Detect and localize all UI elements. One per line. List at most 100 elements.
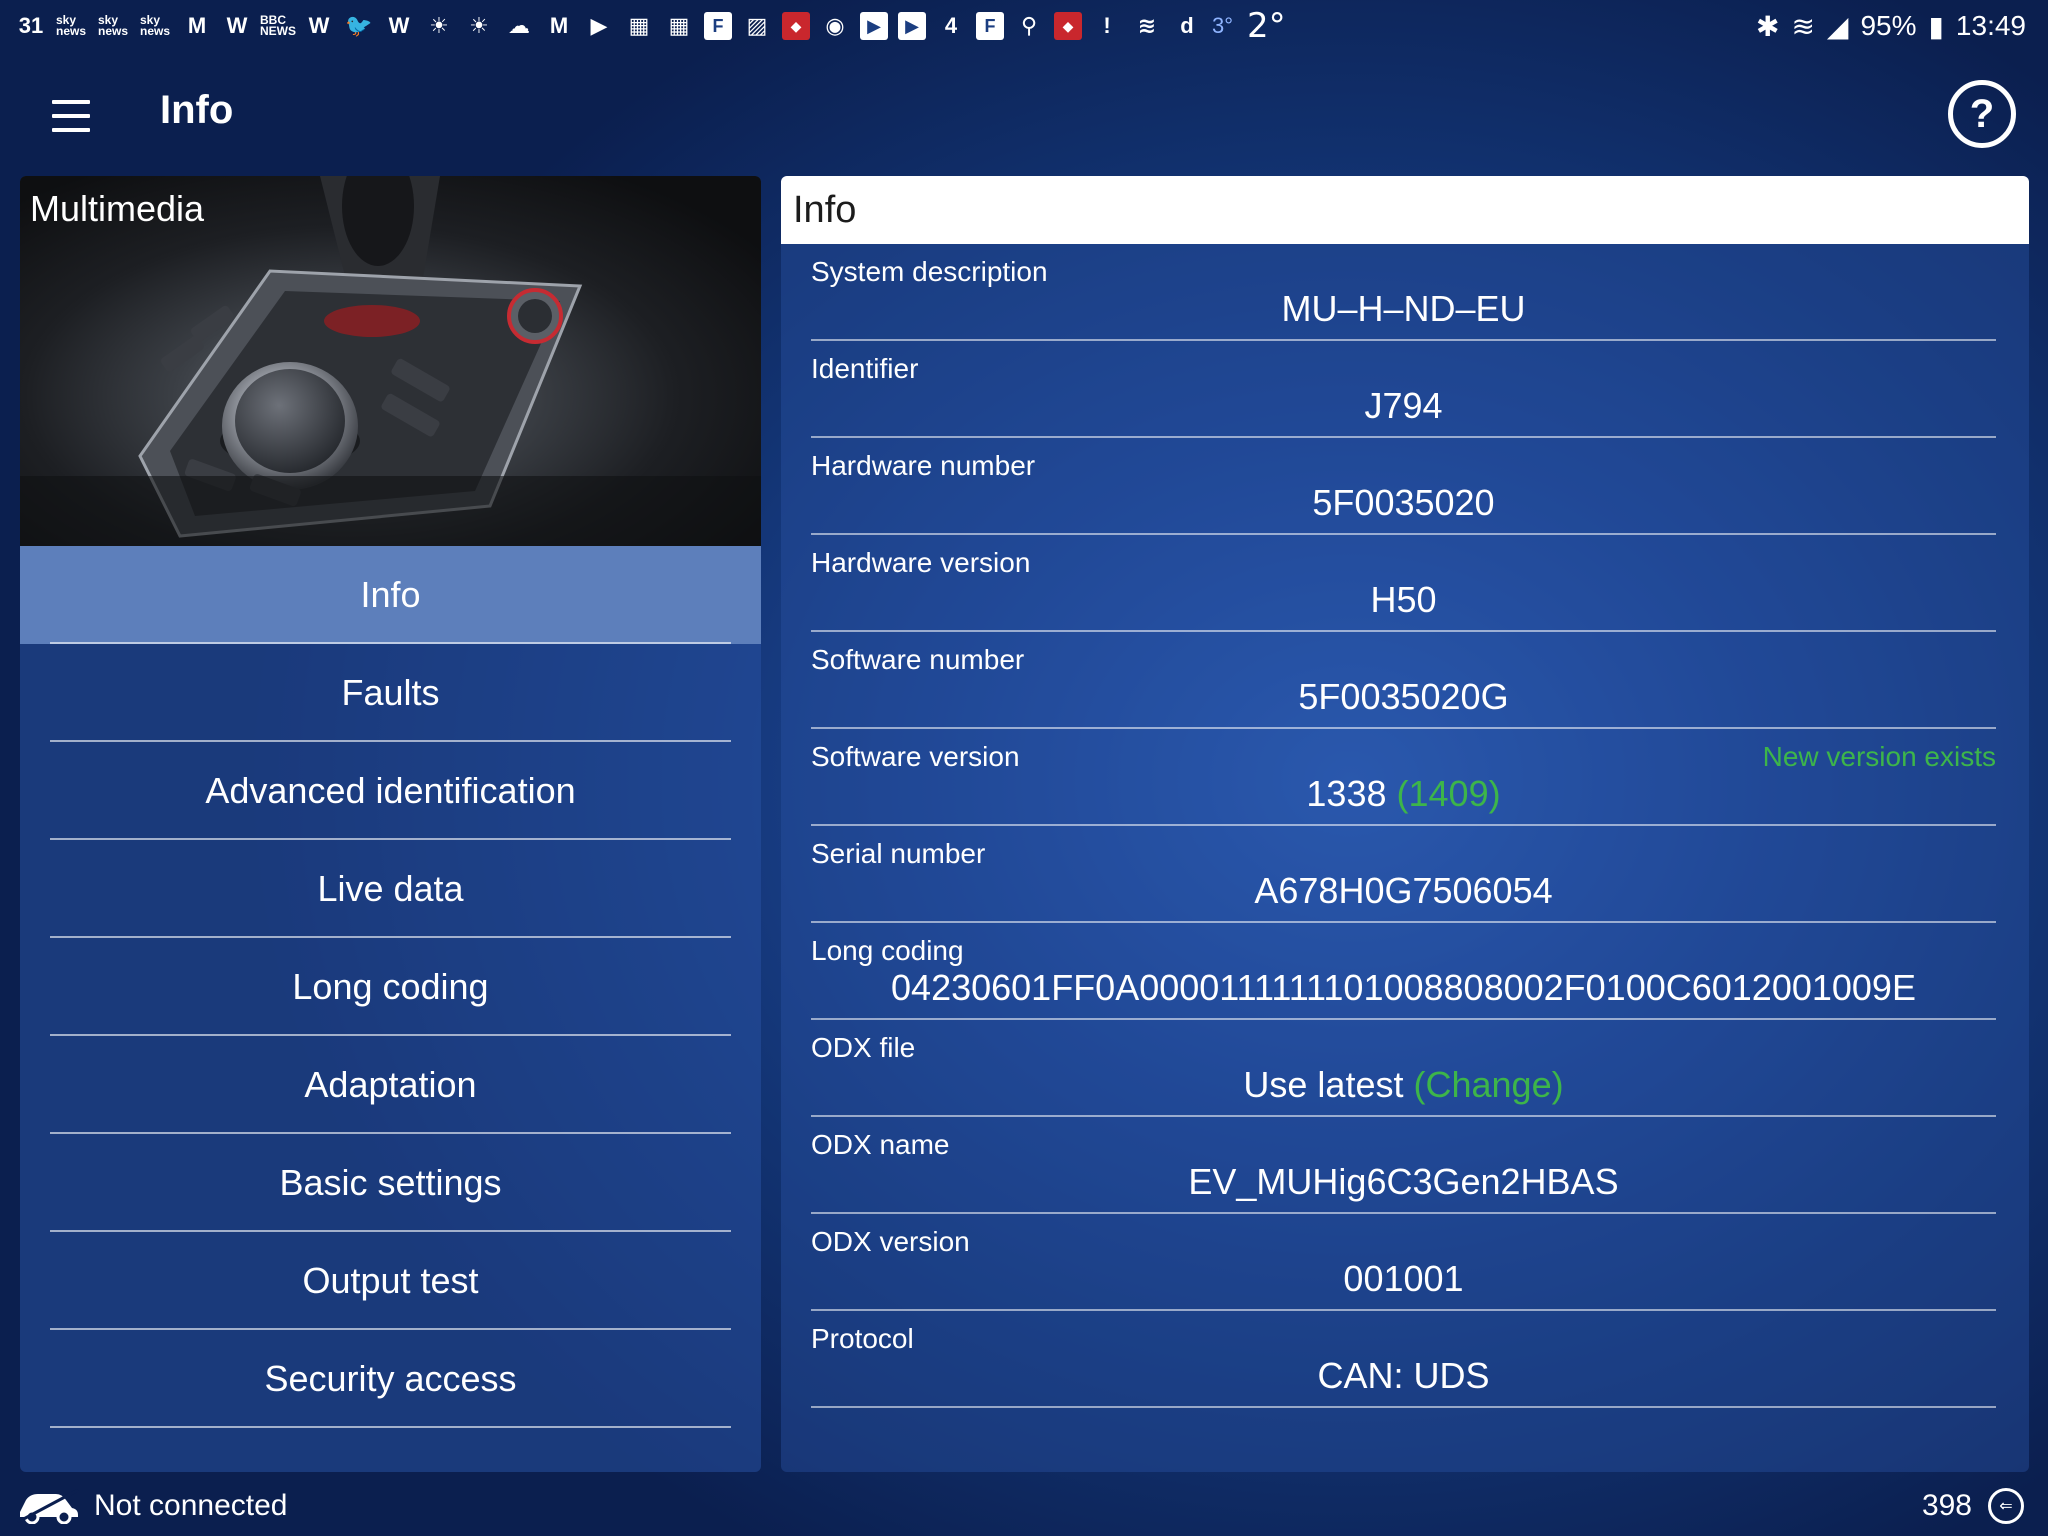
mmi-controller-illustration <box>20 176 761 546</box>
nav-item-label: Output test <box>302 1260 479 1301</box>
field-value-row: J794 <box>811 385 1996 427</box>
field-label: ODX version <box>811 1226 970 1257</box>
layers-icon: ≋ <box>1137 13 1157 38</box>
flipboard-icon: F <box>704 12 732 40</box>
nav-item-label: Security access <box>264 1358 517 1399</box>
field-label: ODX name <box>811 1129 950 1160</box>
field-label: System description <box>811 256 1048 287</box>
field-value-row: H50 <box>811 579 1996 621</box>
field-value-row: Use latest (Change) <box>811 1064 1996 1106</box>
info-panel-header: Info <box>781 176 2029 244</box>
field-software-version: Software version New version exists 1338 (… <box>811 729 1996 826</box>
nav-item-basic-settings[interactable]: Basic settings <box>20 1134 761 1232</box>
location-icon: ⚲ <box>1020 13 1038 38</box>
nav-item-label: Faults <box>341 672 440 713</box>
nav-item-advanced-identification[interactable]: Advanced identification <box>20 742 761 840</box>
field-value-row: EV_MUHig6C3Gen2HBAS <box>811 1161 1996 1203</box>
nav-item-live-data[interactable]: Live data <box>20 840 761 938</box>
field-value-row: A678H0G7506054 <box>811 870 1996 912</box>
nav-item-security-access[interactable]: Security access <box>20 1330 761 1428</box>
youtube-icon: ▶ <box>860 12 888 40</box>
field-value: 001001 <box>1343 1258 1464 1299</box>
play-store-icon: ▶ <box>590 13 608 38</box>
message-alert-icon: ! <box>1103 13 1111 38</box>
nav-item-label: Basic settings <box>279 1162 502 1203</box>
field-value: A678H0G7506054 <box>1254 870 1553 911</box>
field-label: Serial number <box>811 838 986 869</box>
clock: 13:49 <box>1955 10 2026 41</box>
temperature: 2° <box>1247 6 1286 46</box>
bottom-status-bar: Not connected 398 ⇐ <box>0 1480 2048 1536</box>
nav-item-output-test[interactable]: Output test <box>20 1232 761 1330</box>
gmail-icon: M <box>187 13 207 38</box>
app-red-icon: ◆ <box>782 12 810 40</box>
small-temperature: 3° <box>1212 13 1234 38</box>
twitter-icon: 🐦 <box>345 13 373 38</box>
connection-status[interactable]: Not connected <box>16 1488 287 1524</box>
channel4-icon: 4 <box>944 13 958 38</box>
module-menu-panel: Multimedia Info Faults Advanced identifica… <box>20 176 761 1472</box>
field-protocol: Protocol CAN: UDS <box>811 1311 1996 1408</box>
photos-icon: ▨ <box>746 13 768 38</box>
battery-icon: ▮ <box>1928 10 1944 42</box>
field-value-row: MU–H–ND–EU <box>811 288 1996 330</box>
sky-news-icon: sky news <box>98 13 129 38</box>
system-status: ✱ ≋ ◢ 95% ▮ 13:49 <box>1756 6 2026 46</box>
signal-icon: ◢ <box>1826 10 1849 42</box>
field-value-row: 1338 (1409) <box>811 773 1996 815</box>
nav-item-label: Live data <box>317 868 464 909</box>
battery-level: 95% <box>1860 10 1917 41</box>
w-icon: W <box>308 13 330 38</box>
nav-item-label: Advanced identification <box>205 770 576 811</box>
field-serial-number: Serial number A678H0G7506054 <box>811 826 1996 923</box>
sky-news-icon: sky news <box>56 13 87 38</box>
field-value-row: 5F0035020 <box>811 482 1996 524</box>
field-value-row: 04230601FF0A0000111111101008808002F0100C… <box>811 967 1996 1009</box>
field-long-coding: Long coding 04230601FF0A00001111111010088… <box>811 923 1996 1020</box>
calendar-icon: 31 <box>18 13 44 38</box>
nav-item-info[interactable]: Info <box>20 546 761 644</box>
field-label: Software version <box>811 741 1020 772</box>
field-value: 5F0035020G <box>1298 676 1509 717</box>
car-icon <box>17 1488 79 1524</box>
counter: 398 ⇐ <box>1922 1488 2024 1524</box>
app-red-icon: ◆ <box>1054 12 1082 40</box>
field-hardware-number: Hardware number 5F0035020 <box>811 438 1996 535</box>
field-system-description: System description MU–H–ND–EU <box>811 244 1996 341</box>
field-label: Hardware number <box>811 450 1036 481</box>
new-version-note: New version exists <box>1762 741 1996 772</box>
field-value: J794 <box>1364 385 1443 426</box>
compass-icon: ◉ <box>825 13 845 38</box>
nav-item-label: Info <box>360 574 421 615</box>
calendar-icon: ▦ <box>628 13 650 38</box>
flipboard-icon: F <box>976 12 1004 40</box>
wifi-icon: ≋ <box>1791 10 1815 42</box>
nav-item-adaptation[interactable]: Adaptation <box>20 1036 761 1134</box>
field-odx-name: ODX name EV_MUHig6C3Gen2HBAS <box>811 1117 1996 1214</box>
field-label: Hardware version <box>811 547 1031 578</box>
calendar-icon: ▦ <box>668 13 690 38</box>
youtube-icon: ▶ <box>898 12 926 40</box>
field-value: 5F0035020 <box>1312 482 1495 523</box>
module-function-list: Info Faults Advanced identification Live da… <box>20 546 761 1428</box>
change-odx-link[interactable]: (Change) <box>1414 1064 1564 1105</box>
field-value: EV_MUHig6C3Gen2HBAS <box>1188 1161 1619 1202</box>
counter-value: 398 <box>1921 1489 1972 1522</box>
field-odx-file: ODX file Use latest (Change) <box>811 1020 1996 1117</box>
field-label: Protocol <box>811 1323 914 1354</box>
field-value: H50 <box>1370 579 1437 620</box>
field-value: 1338 <box>1306 773 1387 814</box>
field-odx-version: ODX version 001001 <box>811 1214 1996 1311</box>
connection-indicator-icon[interactable]: ⇐ <box>1988 1488 2024 1524</box>
field-hardware-version: Hardware version H50 <box>811 535 1996 632</box>
info-panel: Info System description MU–H–ND–EU Identif… <box>781 176 2029 1472</box>
document-icon: d <box>1180 13 1194 38</box>
nav-item-faults[interactable]: Faults <box>20 644 761 742</box>
w-icon: W <box>226 13 248 38</box>
field-label: Identifier <box>811 353 919 384</box>
hamburger-menu-icon[interactable] <box>42 90 102 142</box>
field-value: MU–H–ND–EU <box>1281 288 1526 329</box>
sun-icon: ☀ <box>469 13 489 38</box>
nav-item-long-coding[interactable]: Long coding <box>20 938 761 1036</box>
help-icon[interactable]: ? <box>1948 80 2016 148</box>
